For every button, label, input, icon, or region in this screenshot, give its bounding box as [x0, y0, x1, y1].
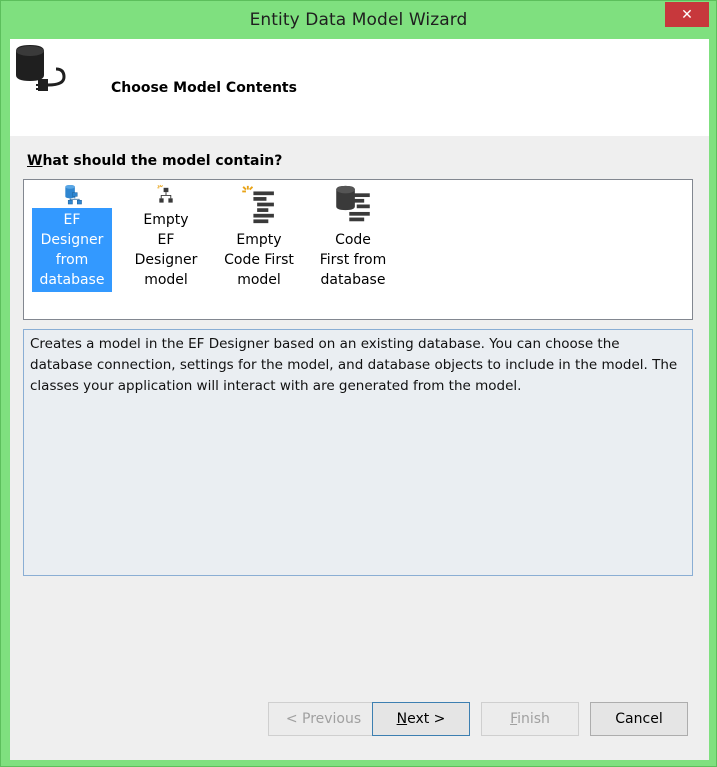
option-description: Creates a model in the EF Designer based… [23, 329, 693, 576]
option-label: Code First from database [319, 232, 387, 288]
previous-label: < Previous [285, 711, 362, 727]
next-label: Next > [397, 711, 446, 727]
option-empty-code-first-model[interactable]: Empty Code First model [217, 182, 301, 292]
database-connect-icon [16, 45, 66, 91]
finish-button[interactable]: Finish [481, 702, 579, 736]
next-label-rest: ext > [407, 711, 446, 727]
option-ef-designer-from-database[interactable]: EF Designer from database [30, 182, 114, 292]
empty-ef-designer-icon [157, 184, 173, 203]
cancel-button[interactable]: Cancel [590, 702, 688, 736]
cancel-label: Cancel [615, 711, 663, 727]
question-text: hat should the model contain? [42, 153, 283, 169]
option-empty-ef-designer-model[interactable]: Empty EF Designer model [124, 182, 208, 292]
model-contents-question: What should the model contain? [27, 153, 282, 169]
finish-label: Finish [510, 711, 550, 727]
previous-button[interactable]: < Previous [268, 702, 379, 736]
code-first-database-icon [336, 185, 370, 222]
title-bar[interactable]: Entity Data Model Wizard ✕ [1, 1, 716, 39]
option-label: EF Designer from database [32, 208, 112, 292]
wizard-window: Entity Data Model Wizard ✕ Choose Model … [0, 0, 717, 767]
question-accesskey: W [27, 153, 43, 169]
close-button[interactable]: ✕ [665, 2, 709, 27]
ef-designer-database-icon [65, 184, 82, 205]
wizard-header: Choose Model Contents [10, 39, 709, 136]
page-title: Choose Model Contents [111, 80, 297, 96]
option-label: Empty Code First model [224, 232, 294, 288]
wizard-button-row: < Previous Next > Finish Cancel [10, 702, 709, 736]
wizard-client-area: Choose Model Contents What should the mo… [10, 39, 709, 760]
model-contents-list[interactable]: EF Designer from database Empty EF Desig… [23, 179, 693, 320]
next-button[interactable]: Next > [372, 702, 470, 736]
empty-code-first-icon [242, 185, 274, 224]
finish-label-rest: inish [517, 711, 550, 727]
close-icon: ✕ [681, 6, 693, 23]
option-label: Empty EF Designer model [134, 212, 198, 288]
window-title: Entity Data Model Wizard [249, 10, 468, 30]
option-code-first-from-database[interactable]: Code First from database [311, 182, 395, 292]
next-accesskey: N [396, 711, 408, 727]
